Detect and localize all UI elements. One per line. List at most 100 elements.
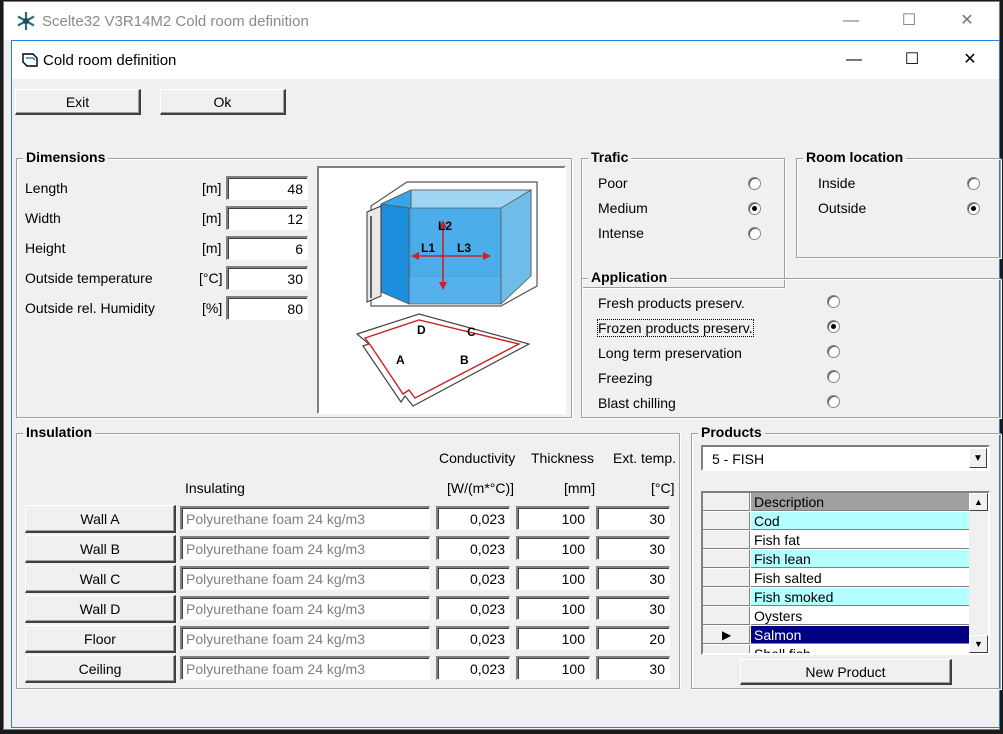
outer-close-button[interactable]: ✕ bbox=[938, 2, 996, 40]
app-blast-chilling-label: Blast chilling bbox=[598, 395, 676, 411]
dimensions-title: Dimensions bbox=[23, 149, 109, 165]
ceiling-ext-temp-input[interactable]: 30 bbox=[596, 656, 670, 680]
product-category-select[interactable]: 5 - FISH ▼ bbox=[701, 445, 990, 471]
wall-a-button[interactable]: Wall A bbox=[25, 505, 176, 533]
product-cell[interactable]: Fish smoked bbox=[751, 588, 971, 606]
outside-temperature-input[interactable]: 30 bbox=[226, 266, 308, 290]
floor-plan-drawing: D C A B bbox=[355, 313, 531, 407]
location-inside-label: Inside bbox=[818, 175, 856, 191]
wall-c-button[interactable]: Wall C bbox=[25, 565, 176, 593]
app-blast-chilling-radio[interactable] bbox=[827, 395, 840, 408]
wall-a-material-input[interactable]: Polyurethane foam 24 kg/m3 bbox=[180, 506, 430, 530]
wall-d-button[interactable]: Wall D bbox=[25, 595, 176, 623]
application-title: Application bbox=[588, 269, 671, 285]
wall-b-material-input[interactable]: Polyurethane foam 24 kg/m3 bbox=[180, 536, 430, 560]
description-column-header[interactable]: Description bbox=[751, 493, 971, 511]
table-row[interactable]: Fish fat bbox=[703, 531, 971, 550]
table-row[interactable]: Cod bbox=[703, 512, 971, 531]
minimize-button[interactable]: — bbox=[825, 41, 883, 79]
wall-b-ext-temp-input[interactable]: 30 bbox=[596, 536, 670, 560]
outer-minimize-button[interactable]: — bbox=[822, 2, 880, 40]
wall-c-conductivity-input[interactable]: 0,023 bbox=[436, 566, 510, 590]
cold-room-diagram: L2 L1 L3 D C A B bbox=[317, 166, 566, 414]
ext-temp-unit: [°C] bbox=[651, 480, 675, 496]
wall-c-thickness-input[interactable]: 100 bbox=[516, 566, 590, 590]
outer-title-bar: Scelte32 V3R14M2 Cold room definition — … bbox=[4, 2, 999, 40]
side-a-label: A bbox=[396, 353, 405, 367]
side-d-label: D bbox=[417, 323, 426, 337]
ceiling-thickness-input[interactable]: 100 bbox=[516, 656, 590, 680]
products-scrollbar[interactable]: ▲ ▼ bbox=[969, 493, 988, 653]
conductivity-header: Conductivity bbox=[439, 450, 516, 466]
trafic-intense-radio[interactable] bbox=[748, 227, 761, 240]
wall-c-material-input[interactable]: Polyurethane foam 24 kg/m3 bbox=[180, 566, 430, 590]
thickness-header: Thickness bbox=[531, 450, 595, 466]
location-outside-radio[interactable] bbox=[967, 202, 980, 215]
wall-d-material-input[interactable]: Polyurethane foam 24 kg/m3 bbox=[180, 596, 430, 620]
maximize-button[interactable]: ☐ bbox=[883, 41, 941, 79]
table-row[interactable]: Fish smoked bbox=[703, 588, 971, 607]
wall-d-ext-temp-input[interactable]: 30 bbox=[596, 596, 670, 620]
app-frozen-radio[interactable] bbox=[827, 320, 840, 333]
product-cell[interactable]: Fish fat bbox=[751, 531, 971, 549]
length-input[interactable]: 48 bbox=[226, 176, 308, 200]
height-label: Height bbox=[25, 240, 66, 256]
product-cell[interactable]: Fish salted bbox=[751, 569, 971, 587]
product-cell[interactable]: Oysters bbox=[751, 607, 971, 625]
close-button[interactable]: ✕ bbox=[941, 41, 999, 79]
wall-b-thickness-input[interactable]: 100 bbox=[516, 536, 590, 560]
outside-temperature-label: Outside temperature bbox=[25, 270, 153, 286]
wall-a-ext-temp-input[interactable]: 30 bbox=[596, 506, 670, 530]
trafic-poor-radio[interactable] bbox=[748, 177, 761, 190]
height-input[interactable]: 6 bbox=[226, 236, 308, 260]
product-cell[interactable]: Shell fish bbox=[751, 645, 971, 653]
ok-button[interactable]: Ok bbox=[160, 89, 286, 115]
product-cell[interactable]: Fish lean bbox=[751, 550, 971, 568]
ceiling-conductivity-input[interactable]: 0,023 bbox=[436, 656, 510, 680]
exit-button[interactable]: Exit bbox=[15, 89, 141, 115]
width-input[interactable]: 12 bbox=[226, 206, 308, 230]
ceiling-button[interactable]: Ceiling bbox=[25, 655, 176, 683]
wall-a-conductivity-input[interactable]: 0,023 bbox=[436, 506, 510, 530]
app-freezing-label: Freezing bbox=[598, 370, 653, 386]
wall-d-conductivity-input[interactable]: 0,023 bbox=[436, 596, 510, 620]
table-row[interactable]: Shell fish bbox=[703, 645, 971, 653]
floor-button[interactable]: Floor bbox=[25, 625, 176, 653]
floor-ext-temp-input[interactable]: 20 bbox=[596, 626, 670, 650]
snowflake-icon bbox=[17, 12, 35, 30]
product-category-value: 5 - FISH bbox=[712, 451, 765, 467]
app-long-term-radio[interactable] bbox=[827, 345, 840, 358]
wall-c-ext-temp-input[interactable]: 30 bbox=[596, 566, 670, 590]
location-inside-radio[interactable] bbox=[967, 177, 980, 190]
table-row[interactable]: Oysters bbox=[703, 607, 971, 626]
cold-room-window: Cold room definition — ☐ ✕ Exit Ok Dimen… bbox=[11, 40, 1001, 728]
cold-room-diagram-svg: L2 L1 L3 D C A B bbox=[355, 181, 538, 407]
product-cell[interactable]: Cod bbox=[751, 512, 971, 530]
wall-b-button[interactable]: Wall B bbox=[25, 535, 176, 563]
wall-a-thickness-input[interactable]: 100 bbox=[516, 506, 590, 530]
room-location-title: Room location bbox=[803, 149, 907, 165]
app-freezing-radio[interactable] bbox=[827, 370, 840, 383]
scroll-up-icon[interactable]: ▲ bbox=[969, 493, 988, 511]
floor-conductivity-input[interactable]: 0,023 bbox=[436, 626, 510, 650]
table-row[interactable]: ▶ Salmon bbox=[703, 626, 971, 645]
trafic-poor-label: Poor bbox=[598, 175, 628, 191]
outside-humidity-input[interactable]: 80 bbox=[226, 296, 308, 320]
l3-label: L3 bbox=[457, 241, 471, 255]
trafic-medium-radio[interactable] bbox=[748, 202, 761, 215]
ceiling-material-input[interactable]: Polyurethane foam 24 kg/m3 bbox=[180, 656, 430, 680]
app-fresh-radio[interactable] bbox=[827, 295, 840, 308]
table-row[interactable]: Fish lean bbox=[703, 550, 971, 569]
wall-d-thickness-input[interactable]: 100 bbox=[516, 596, 590, 620]
floor-thickness-input[interactable]: 100 bbox=[516, 626, 590, 650]
app-frozen-label: Frozen products preserv. bbox=[597, 319, 754, 337]
new-product-button[interactable]: New Product bbox=[740, 659, 952, 685]
table-row[interactable]: Fish salted bbox=[703, 569, 971, 588]
chevron-down-icon[interactable]: ▼ bbox=[969, 448, 987, 468]
wall-b-conductivity-input[interactable]: 0,023 bbox=[436, 536, 510, 560]
scroll-down-icon[interactable]: ▼ bbox=[969, 635, 988, 653]
insulating-header: Insulating bbox=[185, 480, 245, 496]
floor-material-input[interactable]: Polyurethane foam 24 kg/m3 bbox=[180, 626, 430, 650]
outer-maximize-button[interactable]: ☐ bbox=[880, 2, 938, 40]
product-cell-selected[interactable]: Salmon bbox=[751, 626, 971, 644]
